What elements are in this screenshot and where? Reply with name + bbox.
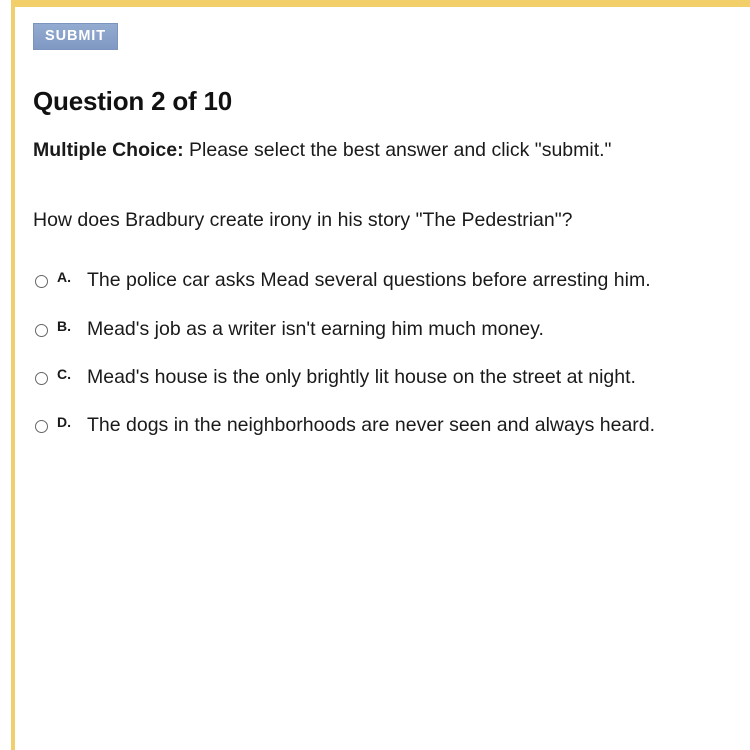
quiz-page: SUBMIT Question 2 of 10 Multiple Choice:… — [15, 7, 750, 750]
choice-letter-a: A. — [57, 269, 71, 286]
instructions-text: Please select the best answer and click … — [183, 139, 612, 162]
submit-button[interactable]: SUBMIT — [33, 23, 118, 51]
instructions-label: Multiple Choice: — [33, 139, 184, 162]
choice-text-b: Mead's job as a writer isn't earning him… — [87, 317, 544, 340]
top-accent-bar — [11, 0, 750, 7]
quiz-content: SUBMIT Question 2 of 10 Multiple Choice:… — [15, 7, 750, 438]
page-title: Question 2 of 10 — [33, 86, 233, 117]
radio-button-d[interactable] — [35, 419, 48, 433]
choice-list: A. The police car asks Mead several ques… — [33, 267, 750, 438]
choice-letter-b: B. — [57, 317, 71, 334]
question-stem: How does Bradbury create irony in his st… — [33, 209, 573, 232]
radio-button-a[interactable] — [35, 275, 48, 289]
radio-button-c[interactable] — [35, 371, 48, 385]
radio-button-b[interactable] — [35, 323, 48, 337]
choice-letter-d: D. — [57, 413, 71, 430]
choice-option-a[interactable]: A. The police car asks Mead several ques… — [33, 267, 750, 293]
choice-option-b[interactable]: B. Mead's job as a writer isn't earning … — [33, 316, 750, 342]
choice-letter-c: C. — [57, 365, 71, 382]
instructions: Multiple Choice: Please select the best … — [33, 137, 705, 163]
choice-text-d: The dogs in the neighborhoods are never … — [87, 413, 656, 436]
choice-option-c[interactable]: C. Mead's house is the only brightly lit… — [33, 364, 750, 390]
choice-text-a: The police car asks Mead several questio… — [87, 269, 651, 292]
choice-text-c: Mead's house is the only brightly lit ho… — [87, 365, 636, 388]
choice-option-d[interactable]: D. The dogs in the neighborhoods are nev… — [33, 412, 750, 438]
